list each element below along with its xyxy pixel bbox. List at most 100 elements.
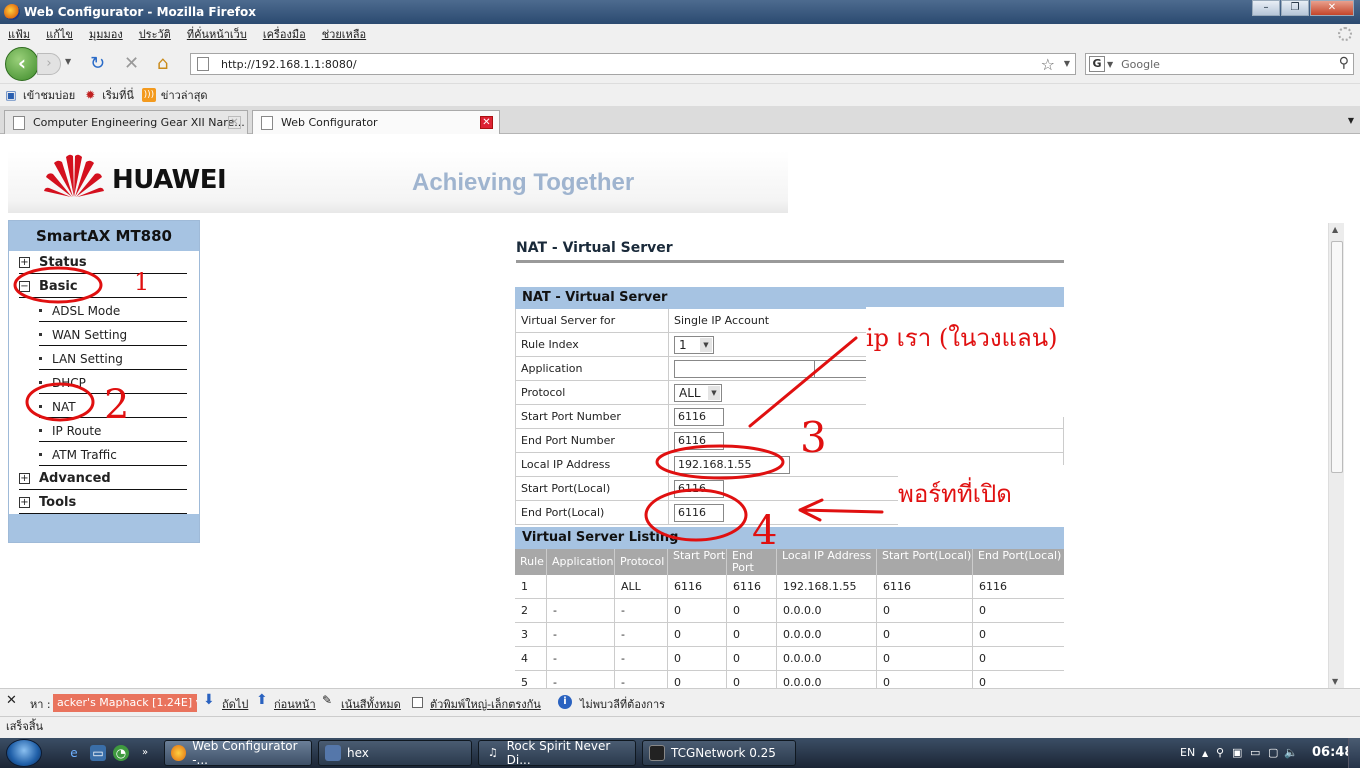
search-input[interactable]: Google [1121, 58, 1160, 71]
sidebar-item-adsl-mode[interactable]: ADSL Mode [39, 300, 187, 322]
sidebar-item-status[interactable]: + Status [19, 252, 187, 274]
menu-view[interactable]: มุมมอง [89, 25, 123, 43]
menu-edit[interactable]: แก้ไข [46, 25, 73, 43]
local-ip-input[interactable]: 192.168.1.55 [674, 456, 790, 474]
find-label: หา : [30, 698, 51, 711]
start-port-local-input[interactable]: 6116 [674, 480, 724, 498]
url-text[interactable]: http://192.168.1.1:8080/ [221, 58, 357, 71]
search-icon[interactable]: ⚲ [1339, 55, 1349, 71]
scroll-down-icon[interactable]: ▼ [1332, 677, 1338, 686]
tab-web-configurator[interactable]: Web Configurator ✕ [252, 110, 500, 134]
table-cell: 0 [979, 676, 986, 688]
history-dropdown-icon[interactable]: ▼ [65, 57, 71, 66]
task-web-configurator[interactable]: Web Configurator -... [164, 739, 312, 767]
language-indicator[interactable]: EN [1180, 746, 1195, 759]
tab-computer-engineering[interactable]: Computer Engineering Gear XII Nare... ✕ [4, 110, 248, 134]
sidebar-item-basic[interactable]: − Basic [19, 276, 187, 298]
menu-history[interactable]: ประวัติ [139, 25, 171, 43]
arrow-up-icon[interactable]: ⬆ [256, 692, 268, 708]
match-case-checkbox[interactable] [412, 697, 423, 708]
bookmark-latest-headlines[interactable]: ))) ข่าวล่าสุด [141, 86, 208, 104]
tab-list-dropdown-icon[interactable]: ▼ [1348, 116, 1354, 125]
google-icon[interactable]: G [1089, 56, 1105, 72]
protocol-select[interactable]: ALL ▼ [674, 384, 722, 402]
table-row: 1 ALL 6116 6116 192.168.1.55 6116 6116 [515, 575, 1064, 599]
home-icon[interactable]: ⌂ [157, 54, 168, 74]
sidebar-item-lan-setting[interactable]: LAN Setting [39, 348, 187, 370]
monitor-icon[interactable]: ▢ [1268, 746, 1278, 759]
tray-app-icon[interactable]: ▣ [1232, 746, 1242, 759]
minimize-button[interactable]: – [1252, 0, 1280, 16]
scroll-thumb[interactable] [1331, 241, 1343, 473]
highlight-all-button[interactable]: เน้นสีทั้งหมด [341, 695, 401, 713]
sidebar-footer [9, 514, 199, 542]
find-next-button[interactable]: ถัดไป [222, 695, 248, 713]
end-port-local-input[interactable]: 6116 [674, 504, 724, 522]
bookmark-getting-started[interactable]: ✹ เริ่มที่นี่ [83, 86, 134, 104]
close-window-button[interactable]: ✕ [1310, 0, 1354, 16]
more-quicklaunch-icon[interactable]: » [137, 745, 153, 761]
ie-icon[interactable]: e [66, 745, 82, 761]
listing-header-row: Rule Application Protocol Start Port End… [515, 549, 1064, 575]
bookmark-star-icon[interactable]: ☆ [1041, 55, 1055, 74]
sidebar-item-advanced[interactable]: + Advanced [19, 468, 187, 490]
page-scrollbar[interactable]: ▲ ▼ [1328, 223, 1344, 688]
sidebar-item-tools[interactable]: + Tools [19, 492, 187, 514]
sidebar-item-atm-traffic[interactable]: ATM Traffic [39, 444, 187, 466]
search-engine-dropdown-icon[interactable]: ▼ [1107, 60, 1113, 69]
table-row: 5- -0 0 0.0.0.0 0 0 [515, 671, 1064, 688]
table-cell: - [547, 671, 615, 688]
arrow-down-icon[interactable]: ⬇ [203, 692, 215, 708]
url-dropdown-icon[interactable]: ▼ [1064, 59, 1070, 68]
tab-close-icon[interactable]: ✕ [480, 116, 493, 129]
scroll-up-icon[interactable]: ▲ [1332, 225, 1338, 234]
expand-icon[interactable]: + [19, 497, 30, 508]
back-button[interactable]: ‹ [5, 47, 39, 81]
sidebar-item-dhcp[interactable]: DHCP [39, 372, 187, 394]
url-bar[interactable]: http://192.168.1.1:8080/ ☆ ▼ [190, 53, 1076, 75]
tab-close-icon[interactable]: ✕ [228, 116, 241, 129]
close-find-icon[interactable]: ✕ [6, 693, 17, 708]
menu-file[interactable]: แฟ้ม [8, 25, 30, 43]
maximize-button[interactable]: ❐ [1281, 0, 1309, 16]
expand-icon[interactable]: + [19, 257, 30, 268]
sidebar-nav: SmartAX MT880 + Status − Basic ADSL Mode… [8, 220, 200, 543]
show-desktop-button[interactable] [1348, 738, 1360, 768]
bookmark-most-visited[interactable]: ▣ เข้าชมบ่อย [4, 86, 75, 104]
firefox-icon [171, 745, 187, 761]
table-cell: 0 [877, 647, 973, 671]
show-desktop-icon[interactable]: ▭ [90, 745, 106, 761]
task-hex[interactable]: hex [318, 740, 472, 766]
find-input[interactable]: acker's Maphack [1.24E] v.4 [53, 694, 197, 712]
find-previous-button[interactable]: ก่อนหน้า [274, 695, 316, 713]
table-cell: 0 [727, 623, 777, 647]
match-case-label[interactable]: ตัวพิมพ์ใหญ่-เล็กตรงกัน [430, 695, 541, 713]
task-rock-spirit[interactable]: ♫ Rock Spirit Never Di... [478, 739, 636, 767]
sidebar-item-nat[interactable]: NAT [39, 396, 187, 418]
forward-button[interactable]: › [37, 53, 61, 75]
expand-icon[interactable]: + [19, 473, 30, 484]
stop-icon[interactable]: ✕ [124, 54, 139, 74]
search-bar[interactable]: G ▼ Google ⚲ [1085, 53, 1354, 75]
reload-icon[interactable]: ↻ [90, 54, 105, 74]
menu-help[interactable]: ช่วยเหลือ [322, 25, 366, 43]
application-input[interactable] [674, 360, 818, 378]
menu-tools[interactable]: เครื่องมือ [263, 25, 306, 43]
start-port-input[interactable]: 6116 [674, 408, 724, 426]
application-select[interactable] [814, 360, 874, 378]
network-icon[interactable]: ⚲ [1216, 746, 1224, 759]
volume-icon[interactable]: 🔈 [1284, 746, 1298, 759]
battery-icon[interactable]: ▭ [1250, 746, 1260, 759]
collapse-icon[interactable]: − [19, 281, 30, 292]
sidebar-item-wan-setting[interactable]: WAN Setting [39, 324, 187, 346]
highlighter-icon[interactable]: ✎ [322, 693, 332, 707]
media-icon[interactable]: ◔ [113, 745, 129, 761]
task-tcgnetwork[interactable]: TCGNetwork 0.25 [642, 740, 796, 766]
menu-bookmarks[interactable]: ที่คั่นหน้าเว็บ [187, 25, 247, 43]
tab-bar: Computer Engineering Gear XII Nare... ✕ … [0, 106, 1360, 134]
tray-expand-icon[interactable]: ▲ [1202, 749, 1208, 758]
start-button[interactable] [6, 739, 42, 767]
end-port-input[interactable]: 6116 [674, 432, 724, 450]
rule-index-select[interactable]: 1 ▼ [674, 336, 714, 354]
sidebar-item-ip-route[interactable]: IP Route [39, 420, 187, 442]
